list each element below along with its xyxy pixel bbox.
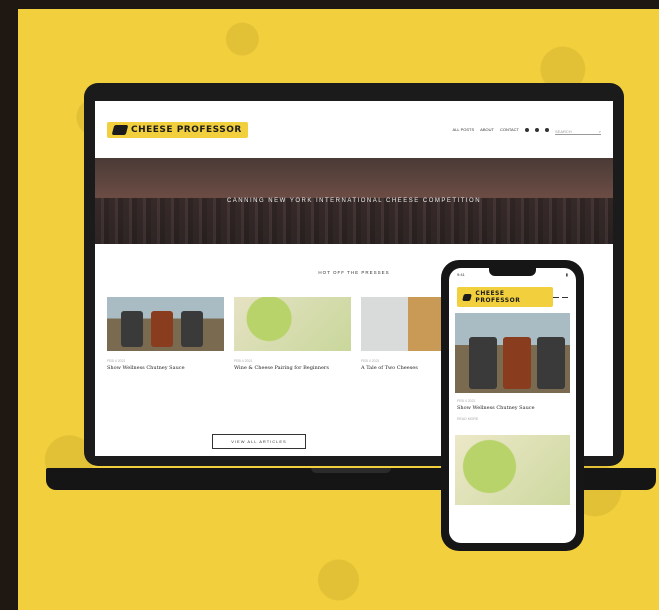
main-nav: ALL POSTS ABOUT CONTACT SEARCH ⌕ [453,125,601,135]
site-header: CHEESE PROFESSOR ALL POSTS ABOUT CONTACT… [95,101,613,158]
twitter-icon[interactable] [545,127,549,132]
menu-icon[interactable] [553,296,568,298]
jar-image [537,337,565,389]
status-time: 9:41 [457,272,465,277]
article-thumbnail[interactable] [234,297,351,351]
phone-article-title[interactable]: Show Wellness Chutney Sauce [457,405,568,411]
nav-about[interactable]: ABOUT [480,127,494,132]
article-title[interactable]: Wine & Cheese Pairing for Beginners [234,365,351,372]
search-icon: ⌕ [598,128,601,134]
jar-image [151,311,173,347]
article-card[interactable]: FEB 4 2021 Show Wellness Chutney Sauce [107,297,224,372]
background-top [0,0,659,9]
logo-text: CHEESE PROFESSOR [475,290,521,304]
phone-mockup: 9:41 ▮ CHEESE PROFESSOR FEB 4 2021 Show … [441,260,584,551]
article-title[interactable]: Show Wellness Chutney Sauce [107,365,224,372]
logo-text: CHEESE PROFESSOR [131,124,242,135]
cheese-logo-icon [462,293,473,301]
search-input[interactable]: SEARCH ⌕ [555,125,601,135]
article-card[interactable]: FEB 4 2021 Wine & Cheese Pairing for Beg… [234,297,351,372]
hero-title: CANNING NEW YORK INTERNATIONAL CHEESE CO… [226,198,482,204]
article-thumbnail[interactable] [107,297,224,351]
background-left [0,0,18,610]
search-placeholder: SEARCH [555,128,572,134]
hero-banner: CANNING NEW YORK INTERNATIONAL CHEESE CO… [95,158,613,244]
phone-notch [489,268,536,276]
cheese-logo-icon [111,124,129,135]
nav-contact[interactable]: CONTACT [500,127,519,132]
phone-site-logo[interactable]: CHEESE PROFESSOR [457,287,553,307]
article-meta: FEB 4 2021 [234,359,253,363]
article-meta: FEB 4 2021 [107,359,126,363]
instagram-icon[interactable] [535,127,539,132]
phone-article-thumbnail-2[interactable] [455,435,570,505]
battery-icon: ▮ [565,272,568,277]
site-logo[interactable]: CHEESE PROFESSOR [107,121,248,138]
read-more-link[interactable]: READ MORE [457,417,568,421]
facebook-icon[interactable] [525,127,529,132]
jar-image [469,337,497,389]
jar-image [503,337,531,389]
view-all-articles-button[interactable]: VIEW ALL ARTICLES [212,434,306,449]
jar-image [181,311,203,347]
nav-all-posts[interactable]: ALL POSTS [453,127,475,132]
phone-header: CHEESE PROFESSOR [449,281,576,313]
phone-article-meta: FEB 4 2021 [457,399,476,403]
phone-article-thumbnail[interactable] [455,313,570,393]
phone-screen: 9:41 ▮ CHEESE PROFESSOR FEB 4 2021 Show … [449,268,576,543]
jar-image [121,311,143,347]
